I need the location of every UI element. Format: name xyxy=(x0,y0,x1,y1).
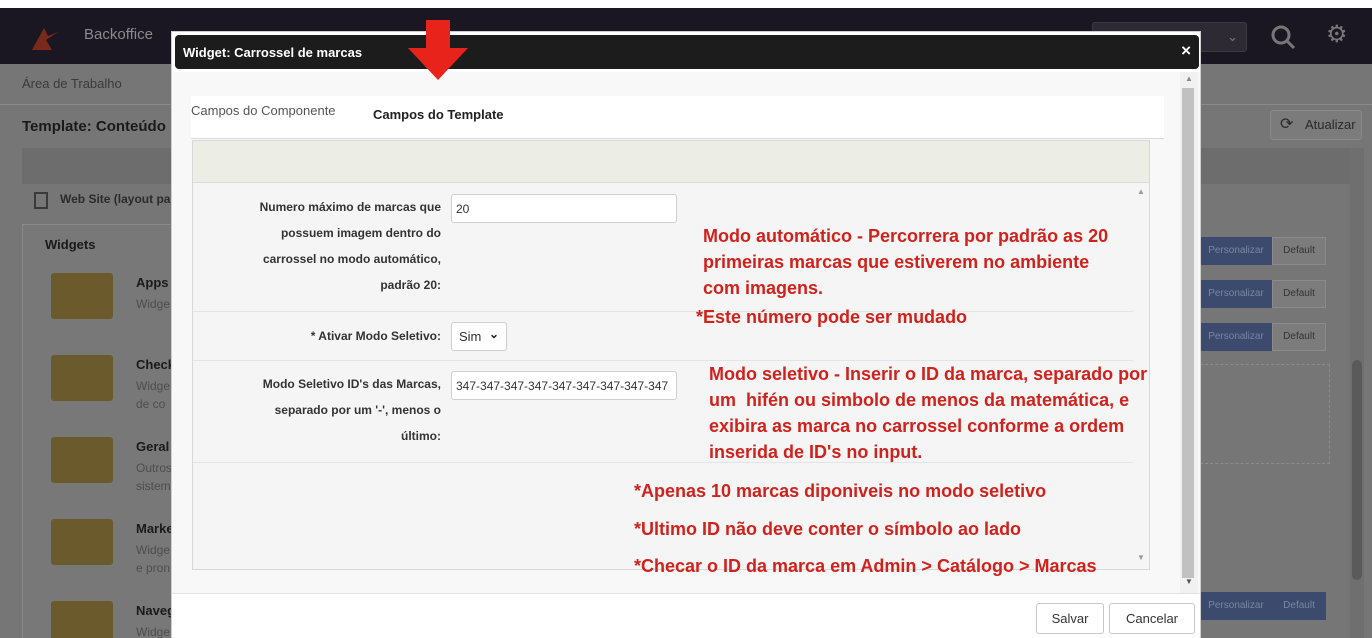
field-row-selective: * Ativar Modo Seletivo: Sim ⌄ xyxy=(193,312,1133,361)
folder-icon xyxy=(51,273,113,319)
brand-ids-input[interactable]: 347-347-347-347-347-347-347-347-347 xyxy=(451,371,677,400)
default-button[interactable]: Default xyxy=(1272,592,1326,620)
widget-desc: Widge xyxy=(136,625,171,638)
annotation-limit: *Apenas 10 marcas diponiveis no modo sel… xyxy=(634,481,1047,501)
brand-ids-label: Modo Seletivo ID's das Marcas, separado … xyxy=(262,377,441,443)
refresh-icon: ⟳ xyxy=(1280,116,1294,133)
max-brands-input[interactable]: 20 xyxy=(451,194,677,223)
scroll-down-icon[interactable]: ▼ xyxy=(1185,577,1193,586)
document-icon xyxy=(34,192,48,209)
selective-mode-value: Sim xyxy=(459,329,482,344)
personalize-button[interactable]: Personalizar xyxy=(1200,280,1272,308)
personalize-button[interactable]: Personalizar xyxy=(1200,237,1272,265)
logo-icon xyxy=(32,28,58,50)
default-button[interactable]: Default xyxy=(1272,280,1326,308)
top-strip xyxy=(0,0,1372,8)
search-icon[interactable] xyxy=(1268,22,1298,52)
folder-icon xyxy=(51,437,113,483)
widget-row-actions: Personalizar Default xyxy=(1200,323,1326,351)
refresh-label: Atualizar xyxy=(1305,117,1356,132)
page-scrollbar[interactable] xyxy=(1350,148,1364,638)
brand-name: Backoffice xyxy=(84,26,153,43)
template-fields-form: ▲ ▼ Numero máximo de marcas que possuem … xyxy=(192,140,1150,570)
widget-name: Check xyxy=(136,357,176,372)
chevron-down-icon: ⌄ xyxy=(1227,29,1238,44)
default-button[interactable]: Default xyxy=(1272,323,1326,351)
form-header xyxy=(193,141,1149,183)
annotation-auto-mode: Modo automático - Percorrera por padrão … xyxy=(703,226,1109,298)
layout-label: Web Site (layout pa xyxy=(60,192,171,206)
page-title: Template: Conteúdo xyxy=(22,118,166,135)
widget-name: Marke xyxy=(136,521,174,536)
breadcrumb[interactable]: Área de Trabalho xyxy=(22,76,122,91)
tab-campos-componente[interactable]: Campos do Componente xyxy=(191,103,336,118)
widget-desc: Outros sistem xyxy=(136,461,173,493)
gear-icon[interactable]: ⚙ xyxy=(1326,20,1348,50)
selective-mode-label: * Ativar Modo Seletivo: xyxy=(310,329,441,343)
folder-icon xyxy=(51,519,113,565)
widget-row-actions: Personalizar Default xyxy=(1200,237,1326,265)
max-brands-label: Numero máximo de marcas que possuem imag… xyxy=(259,200,441,292)
scroll-up-icon[interactable]: ▲ xyxy=(1137,187,1145,196)
widget-name: Geral xyxy=(136,439,170,454)
personalize-button[interactable]: Personalizar xyxy=(1200,323,1272,351)
scroll-thumb[interactable] xyxy=(1182,88,1194,578)
widget-modal: Widget: Carrossel de marcas × ▲ ▼ Campos… xyxy=(171,31,1201,638)
widget-row-actions: Personalizar Default xyxy=(1200,592,1326,620)
scroll-up-icon[interactable]: ▲ xyxy=(1185,74,1193,83)
tab-campos-template[interactable]: Campos do Template xyxy=(373,107,504,122)
drop-zone xyxy=(1200,364,1330,464)
widget-name: Apps xyxy=(136,275,169,290)
save-button[interactable]: Salvar xyxy=(1036,603,1104,634)
modal-title-bar: Widget: Carrossel de marcas × xyxy=(175,35,1199,69)
annotation-selective-mode: Modo seletivo - Inserir o ID da marca, s… xyxy=(709,364,1148,462)
modal-footer: Salvar Cancelar xyxy=(172,593,1200,638)
personalize-button[interactable]: Personalizar xyxy=(1200,592,1272,620)
arrow-down-icon xyxy=(408,20,468,80)
chevron-down-icon: ⌄ xyxy=(489,327,500,341)
folder-icon xyxy=(51,355,113,401)
refresh-button[interactable]: ⟳ Atualizar xyxy=(1270,110,1362,140)
annotation-last-id: *Ultimo ID não deve conter o símbolo ao … xyxy=(634,519,1022,539)
default-button[interactable]: Default xyxy=(1272,237,1326,265)
modal-title: Widget: Carrossel de marcas xyxy=(183,45,363,60)
widget-name: Naveg xyxy=(136,603,176,618)
selective-mode-select[interactable]: Sim ⌄ xyxy=(451,322,507,351)
folder-icon xyxy=(51,601,113,638)
widget-desc: Widge e pron xyxy=(136,543,171,575)
annotation-check-id: *Checar o ID da marca em Admin > Catálog… xyxy=(634,556,1097,576)
close-icon[interactable]: × xyxy=(1181,42,1191,60)
annotation-changeable: *Este número pode ser mudado xyxy=(696,307,968,327)
modal-body: ▲ ▼ Campos do Componente Campos do Templ… xyxy=(172,72,1200,593)
modal-scrollbar[interactable]: ▲ ▼ xyxy=(1180,72,1198,593)
widget-desc: Widge de co xyxy=(136,379,171,411)
widgets-title: Widgets xyxy=(45,237,96,252)
cancel-button[interactable]: Cancelar xyxy=(1109,603,1195,634)
widget-desc: Widge xyxy=(136,297,171,311)
scroll-down-icon[interactable]: ▼ xyxy=(1137,553,1145,562)
tab-bar: Campos do Componente Campos do Template xyxy=(191,96,1164,139)
scroll-thumb[interactable] xyxy=(1352,360,1362,580)
widget-row-actions: Personalizar Default xyxy=(1200,280,1326,308)
